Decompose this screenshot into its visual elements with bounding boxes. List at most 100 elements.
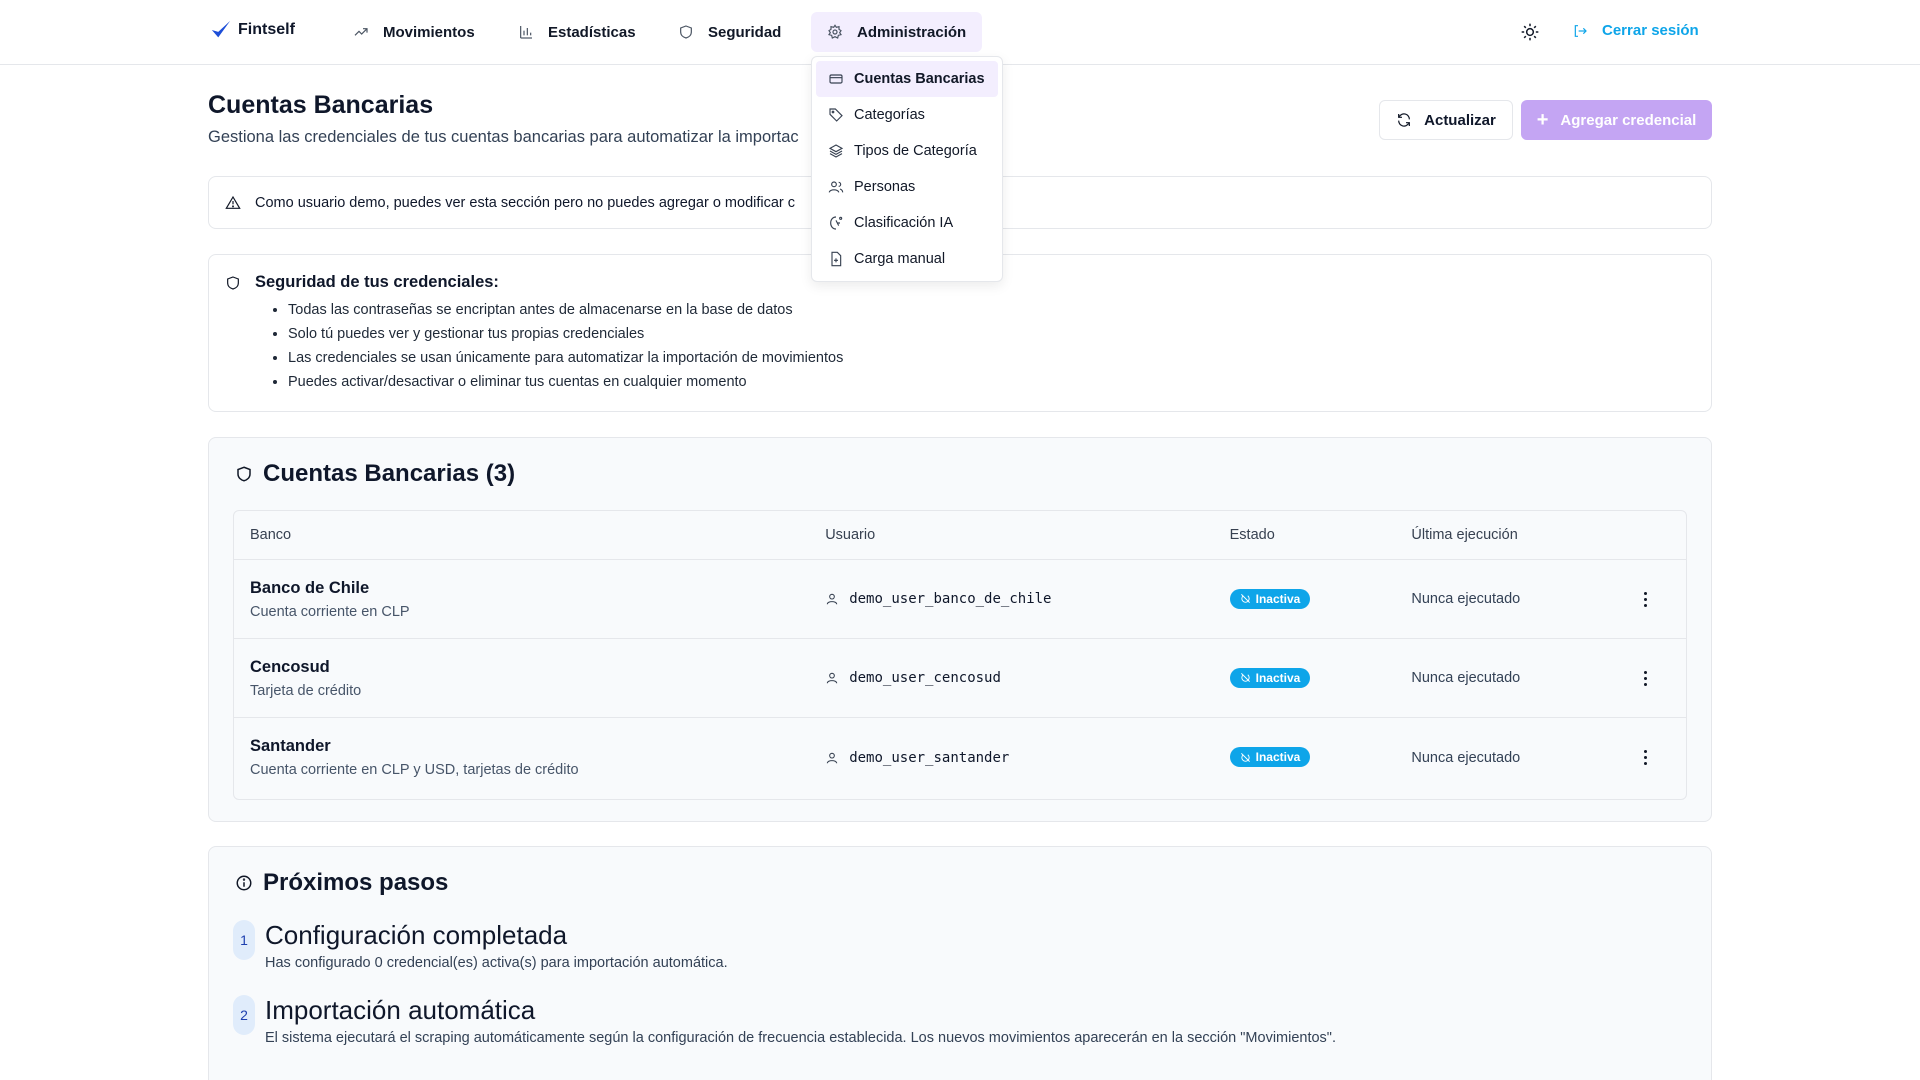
status-badge: Inactiva <box>1229 747 1311 768</box>
brand-name: Fintself <box>238 21 295 38</box>
step-title: Importación automática <box>265 995 536 1025</box>
col-banco: Banco <box>250 527 292 543</box>
plus-icon: + <box>1536 109 1549 131</box>
refresh-button[interactable]: Actualizar <box>1379 100 1513 140</box>
refresh-label: Actualizar <box>1424 111 1496 129</box>
last-run: Nunca ejecutado <box>1411 670 1521 686</box>
row-actions-menu-icon[interactable] <box>1635 589 1655 609</box>
menu-item-clasificacion-ia[interactable]: Clasificación IA <box>816 205 998 241</box>
list-item: Puedes activar/desactivar o eliminar tus… <box>288 370 1695 394</box>
nav-label: Administración <box>857 23 967 41</box>
menu-item-cuentas-bancarias[interactable]: Cuentas Bancarias <box>816 61 998 97</box>
last-run: Nunca ejecutado <box>1411 591 1521 607</box>
users-icon <box>828 181 844 193</box>
bank-name: Banco de Chile <box>250 578 370 597</box>
list-item: Solo tú puedes ver y gestionar tus propi… <box>288 322 1695 346</box>
sun-icon <box>1521 23 1539 41</box>
bar-chart-icon <box>520 26 532 39</box>
menu-item-label: Clasificación IA <box>854 215 954 231</box>
menu-item-personas[interactable]: Personas <box>816 169 998 205</box>
username: demo_user_santander <box>849 749 1010 766</box>
tag-icon <box>829 108 843 122</box>
col-estado: Estado <box>1229 527 1275 543</box>
nav-movimientos[interactable]: Movimientos <box>337 12 491 52</box>
menu-item-label: Categorías <box>854 107 925 123</box>
col-ultima-ejecucion: Última ejecución <box>1411 527 1518 543</box>
power-off-icon <box>1240 752 1250 762</box>
refresh-icon <box>1398 113 1411 127</box>
step-number: 2 <box>233 995 255 1035</box>
shield-icon <box>680 25 692 39</box>
menu-item-tipos-categoria[interactable]: Tipos de Categoría <box>816 133 998 169</box>
logout-icon <box>1574 24 1587 37</box>
username: demo_user_banco_de_chile <box>849 591 1052 607</box>
accounts-table: Banco Usuario Estado Última ejecución Ba… <box>233 510 1687 800</box>
logout-button[interactable]: Cerrar sesión <box>1572 22 1699 39</box>
col-usuario: Usuario <box>825 527 876 543</box>
nav-estadisticas[interactable]: Estadísticas <box>502 12 652 52</box>
bank-description: Cuenta corriente en CLP <box>250 603 410 620</box>
ai-icon <box>830 216 843 230</box>
step-number: 1 <box>233 920 255 960</box>
user-icon <box>826 752 838 763</box>
step-item: 2 Importación automática El sistema ejec… <box>233 995 1336 1046</box>
table-row: Banco de Chile Cuenta corriente en CLP d… <box>234 560 1686 639</box>
table-header: Banco Usuario Estado Última ejecución <box>234 511 1686 560</box>
user-icon <box>826 593 838 605</box>
bank-name: Santander <box>250 737 331 755</box>
row-actions-menu-icon[interactable] <box>1635 668 1655 688</box>
info-circle-icon <box>236 875 252 891</box>
add-credential-button[interactable]: + Agregar credencial <box>1521 100 1712 140</box>
power-off-icon <box>1240 673 1250 683</box>
step-text: El sistema ejecutará el scraping automát… <box>265 1030 1336 1046</box>
step-text: Has configurado 0 credencial(es) activa(… <box>265 955 728 971</box>
add-credential-label: Agregar credencial <box>1560 111 1697 129</box>
last-run: Nunca ejecutado <box>1411 749 1521 766</box>
layers-icon <box>828 144 844 158</box>
alert-text: Como usuario demo, puedes ver esta secci… <box>255 194 796 211</box>
gear-icon <box>828 24 842 39</box>
shield-icon <box>237 466 251 482</box>
row-actions-menu-icon[interactable] <box>1635 748 1655 768</box>
security-title: Seguridad de tus credenciales: <box>255 273 499 291</box>
trending-up-icon <box>354 28 368 36</box>
status-label: Inactiva <box>1255 670 1301 685</box>
menu-item-carga-manual[interactable]: Carga manual <box>816 241 998 277</box>
username: demo_user_cencosud <box>849 670 1001 686</box>
next-steps-title: Próximos pasos <box>263 869 449 896</box>
status-badge: Inactiva <box>1229 588 1311 609</box>
nav-seguridad[interactable]: Seguridad <box>662 12 797 52</box>
page-title: Cuentas Bancarias <box>208 91 434 119</box>
brand-logo[interactable]: Fintself <box>210 19 295 41</box>
menu-item-label: Carga manual <box>854 251 946 267</box>
check-logo-icon <box>211 20 231 38</box>
credit-card-icon <box>829 74 843 84</box>
nav-label: Seguridad <box>708 23 782 41</box>
bank-accounts-title: Cuentas Bancarias (3) <box>263 460 516 487</box>
nav-administracion[interactable]: Administración <box>811 12 983 52</box>
file-plus-icon <box>831 251 842 267</box>
nav-label: Estadísticas <box>548 23 636 41</box>
menu-item-label: Tipos de Categoría <box>854 143 977 159</box>
logout-label: Cerrar sesión <box>1602 22 1699 39</box>
menu-item-categorias[interactable]: Categorías <box>816 97 998 133</box>
warning-triangle-icon <box>225 195 241 209</box>
power-off-icon <box>1240 594 1250 604</box>
nav-label: Movimientos <box>383 23 475 41</box>
bank-accounts-card: Cuentas Bancarias (3) Banco Usuario Esta… <box>208 437 1712 822</box>
security-list: Todas las contraseñas se encriptan antes… <box>288 298 1695 394</box>
menu-item-label: Personas <box>854 179 916 195</box>
page-subtitle: Gestiona las credenciales de tus cuentas… <box>208 128 799 146</box>
admin-dropdown-menu: Cuentas Bancarias Categorías Tipos de Ca… <box>811 56 1003 282</box>
bank-description: Tarjeta de crédito <box>250 682 362 699</box>
step-item: 1 Configuración completada Has configura… <box>233 920 728 971</box>
menu-item-label: Cuentas Bancarias <box>854 71 985 87</box>
status-label: Inactiva <box>1255 750 1301 765</box>
status-label: Inactiva <box>1255 591 1301 606</box>
step-title: Configuración completada <box>265 920 568 950</box>
table-row: Cencosud Tarjeta de crédito demo_user_ce… <box>234 639 1686 718</box>
bank-description: Cuenta corriente en CLP y USD, tarjetas … <box>250 762 579 778</box>
theme-toggle-button[interactable] <box>1520 22 1540 42</box>
list-item: Todas las contraseñas se encriptan antes… <box>288 298 1695 322</box>
table-row: Santander Cuenta corriente en CLP y USD,… <box>234 718 1686 797</box>
